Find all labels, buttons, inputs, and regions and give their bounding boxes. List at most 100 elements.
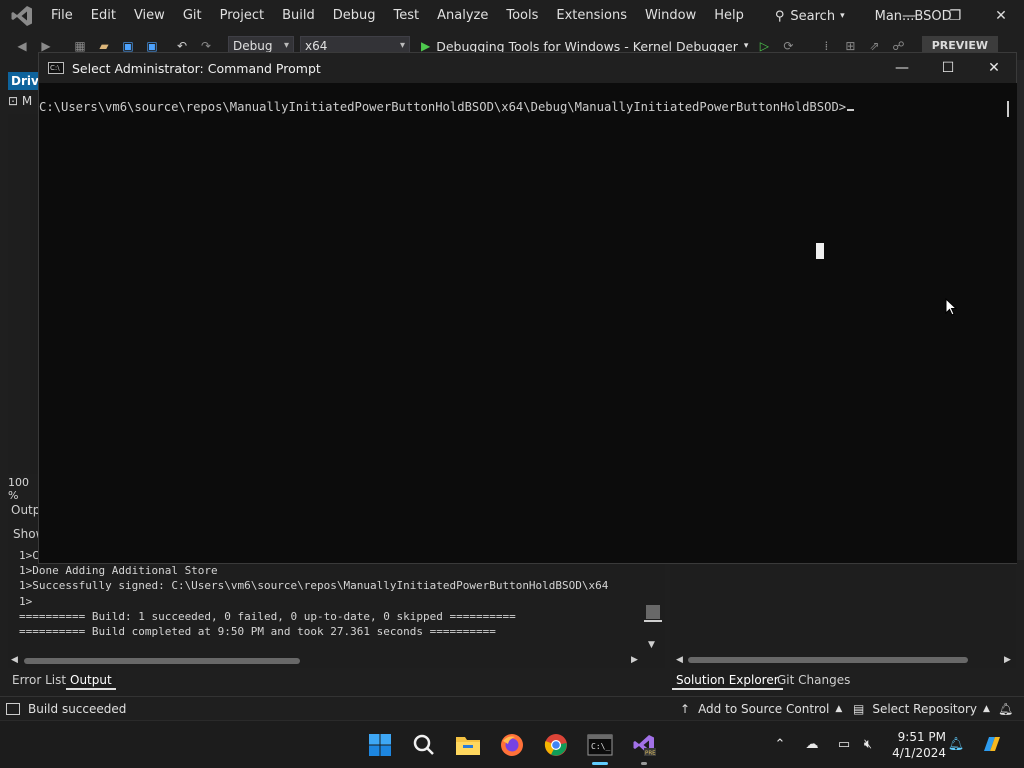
visual-studio-logo-icon[interactable]	[10, 4, 34, 28]
menu-extensions[interactable]: Extensions	[547, 0, 636, 32]
clock-time: 9:51 PM	[897, 730, 946, 744]
notifications-bell-icon[interactable]: 🔔︎	[998, 702, 1013, 716]
output-horizontal-scrollbar[interactable]	[10, 655, 640, 667]
repository-icon: ▤	[853, 701, 865, 716]
menu-debug[interactable]: Debug	[324, 0, 385, 32]
document-nav-label: M	[21, 94, 33, 108]
build-status-label: Build succeeded	[28, 701, 127, 716]
vs-statusbar: Build succeeded ↑ Add to Source Control …	[0, 696, 1024, 720]
chevron-down-icon: ▾	[840, 11, 845, 21]
taskbar-clock[interactable]: 9:51 PM 4/1/2024	[880, 729, 946, 761]
visual-studio-taskbar-icon[interactable]: PRE	[630, 731, 658, 759]
menu-analyze[interactable]: Analyze	[428, 0, 497, 32]
menu-test[interactable]: Test	[385, 0, 429, 32]
output-pane-title: Outp	[11, 503, 41, 517]
active-app-indicator	[592, 762, 608, 765]
solution-explorer-pane	[670, 565, 1016, 668]
class-icon: ⊡	[8, 94, 19, 108]
running-app-indicator	[641, 762, 647, 765]
menu-build[interactable]: Build	[273, 0, 324, 32]
menu-tools[interactable]: Tools	[497, 0, 547, 32]
scroll-left-icon[interactable]: ◀	[11, 655, 18, 665]
scroll-down-icon[interactable]: ▼	[648, 640, 655, 650]
output-line: 1>Done Adding Additional Store	[19, 564, 218, 578]
editor-area[interactable]	[8, 114, 40, 474]
build-status[interactable]: Build succeeded	[6, 702, 126, 716]
cmd-vertical-scrollbar[interactable]	[1001, 83, 1017, 563]
cmd-maximize-icon[interactable]: ☐	[925, 53, 971, 83]
chrome-icon[interactable]	[542, 731, 570, 759]
vs-restore-icon[interactable]: ❐	[932, 0, 978, 32]
output-vertical-scrollbar[interactable]	[646, 605, 660, 619]
add-to-source-control-button[interactable]: ↑ Add to Source Control ▲	[680, 702, 842, 716]
tab-git-changes[interactable]: Git Changes	[773, 670, 854, 690]
notification-box-icon	[6, 702, 20, 715]
command-prompt-taskbar-icon[interactable]: C:\_	[586, 731, 614, 759]
output-line: ========== Build: 1 succeeded, 0 failed,…	[19, 609, 516, 623]
solution-explorer-hscroll-thumb[interactable]	[688, 657, 968, 663]
select-repository-button[interactable]: ▤ Select Repository ▲	[853, 702, 990, 716]
onedrive-cloud-icon[interactable]: ☁	[802, 734, 822, 754]
cmd-close-icon[interactable]: ✕	[971, 53, 1017, 83]
vs-menubar: File Edit View Git Project Build Debug T…	[0, 0, 1024, 32]
repository-label: Select Repository	[872, 701, 977, 716]
show-hidden-icons-icon[interactable]: ⌃	[770, 734, 790, 754]
chevron-down-icon: ▾	[743, 41, 749, 51]
cmd-scroll-thumb[interactable]	[1007, 101, 1009, 117]
vs-minimize-icon[interactable]: —	[886, 0, 932, 32]
vs-search-button[interactable]: ⚲ Search ▾	[767, 0, 853, 32]
notification-bell-icon[interactable]: 🔔︎	[946, 734, 966, 754]
scroll-right-icon[interactable]: ▶	[631, 655, 638, 665]
command-prompt-window[interactable]: C:\ Select Administrator: Command Prompt…	[38, 52, 1017, 564]
zoom-level[interactable]: 100 %	[8, 476, 40, 502]
text-selection-cursor-icon	[816, 243, 824, 259]
tab-error-list[interactable]: Error List	[8, 670, 70, 690]
tab-output[interactable]: Output	[66, 670, 116, 690]
menu-window[interactable]: Window	[636, 0, 705, 32]
play-icon: ▶	[421, 39, 431, 53]
windows-start-icon[interactable]	[366, 731, 394, 759]
clock-date: 4/1/2024	[892, 746, 946, 760]
cmd-console-area[interactable]: C:\Users\vm6\source\repos\ManuallyInitia…	[39, 83, 999, 563]
cmd-prompt-text: C:\Users\vm6\source\repos\ManuallyInitia…	[39, 100, 847, 114]
volume-muted-icon[interactable]: 🔇︎	[858, 734, 878, 754]
svg-text:PRE: PRE	[645, 751, 656, 757]
firefox-icon[interactable]	[498, 731, 526, 759]
menu-help[interactable]: Help	[705, 0, 753, 32]
output-line: 1>Successfully signed: C:\Users\vm6\sour…	[19, 579, 609, 593]
vs-search-label: Search	[790, 8, 836, 24]
output-line: ========== Build completed at 9:50 PM an…	[19, 625, 496, 639]
scroll-right-icon[interactable]: ▶	[1004, 655, 1011, 665]
file-explorer-icon[interactable]	[454, 731, 482, 759]
scroll-left-icon[interactable]: ◀	[676, 655, 683, 665]
document-tab[interactable]: Drive	[8, 72, 40, 90]
output-line: 1>	[19, 594, 33, 608]
document-nav[interactable]: ⊡ M	[8, 94, 40, 112]
menu-view[interactable]: View	[125, 0, 174, 32]
cmd-prompt-line: C:\Users\vm6\source\repos\ManuallyInitia…	[39, 100, 855, 114]
menu-edit[interactable]: Edit	[82, 0, 125, 32]
text-cursor	[847, 109, 855, 111]
caret-up-icon: ▲	[983, 703, 990, 714]
vs-right-panel	[1016, 60, 1024, 560]
arrow-up-icon: ↑	[680, 701, 691, 716]
menu-git[interactable]: Git	[174, 0, 211, 32]
mouse-pointer-icon	[945, 298, 957, 316]
copilot-icon[interactable]	[980, 732, 1004, 756]
taskbar-search-icon[interactable]	[410, 731, 438, 759]
cmd-window-title: Select Administrator: Command Prompt	[72, 60, 321, 76]
output-hscroll-thumb[interactable]	[24, 658, 300, 664]
source-control-label: Add to Source Control	[698, 701, 830, 716]
cmd-titlebar[interactable]: C:\ Select Administrator: Command Prompt	[39, 53, 1016, 83]
menu-project[interactable]: Project	[211, 0, 273, 32]
menu-file[interactable]: File	[42, 0, 82, 32]
command-prompt-icon: C:\	[48, 62, 64, 74]
svg-text:C:\_: C:\_	[591, 742, 610, 751]
cmd-minimize-icon[interactable]: —	[879, 53, 925, 83]
output-scroll-marker	[644, 620, 662, 622]
tab-solution-explorer[interactable]: Solution Explorer	[672, 670, 783, 690]
vs-close-icon[interactable]: ✕	[978, 0, 1024, 32]
network-icon[interactable]: ▭	[834, 734, 854, 754]
search-icon: ⚲	[774, 8, 785, 24]
nav-back-icon[interactable]: ◀	[12, 36, 32, 56]
